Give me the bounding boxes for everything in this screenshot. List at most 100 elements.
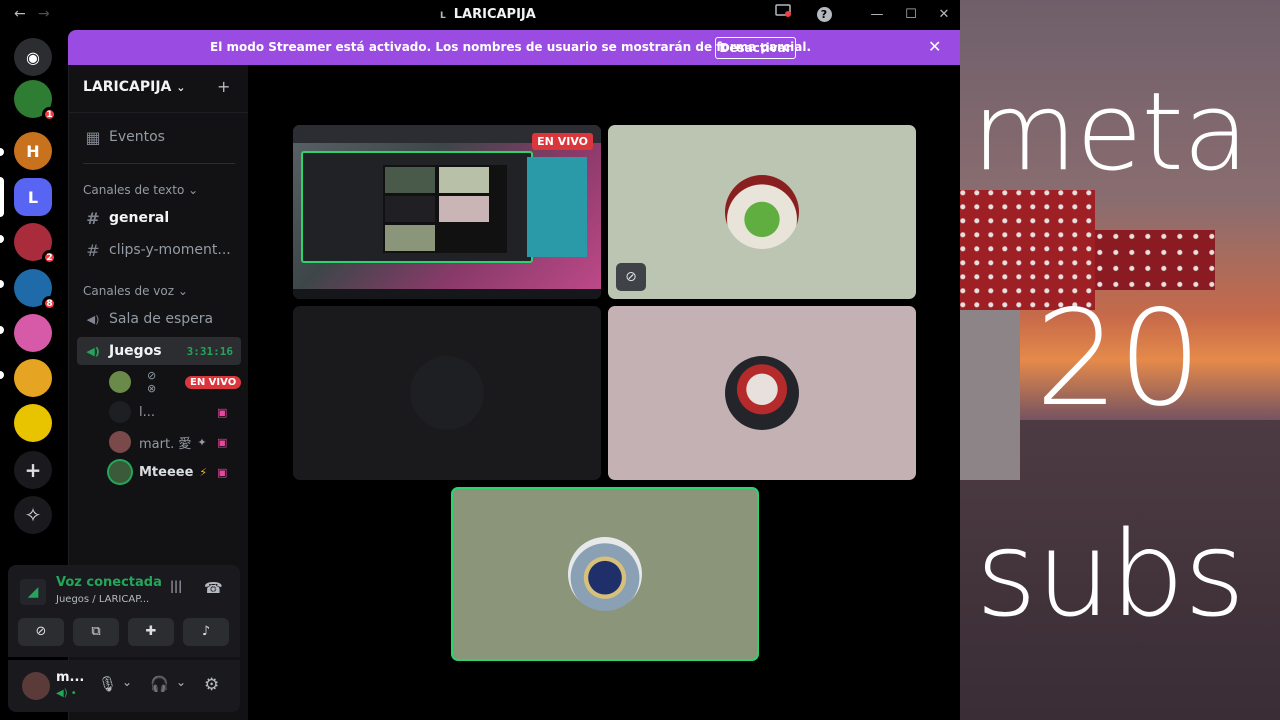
scene-mushroom-cap xyxy=(1095,230,1215,290)
voice-channel-juegos[interactable]: ◀) Juegos 3:31:16 xyxy=(77,337,241,365)
mention-badge: 8 xyxy=(42,296,57,311)
share-screen-button[interactable]: ⧉ xyxy=(73,618,119,646)
unread-pill xyxy=(0,280,4,288)
server-icon-glyph: L xyxy=(27,187,39,207)
avatar[interactable] xyxy=(22,672,50,700)
server-icon-add-server[interactable]: + xyxy=(14,451,52,489)
hash-icon: # xyxy=(86,240,100,260)
avatar xyxy=(725,175,799,249)
server-icon-club-server[interactable]: 8 xyxy=(14,269,57,311)
chevron-down-icon: ⌄ xyxy=(188,183,199,197)
server-icon-gift-server[interactable] xyxy=(14,404,52,442)
lightning-icon: ⚡ xyxy=(199,465,208,479)
headset-icon[interactable]: 🎧 xyxy=(150,675,169,693)
events-link[interactable]: ▦ Eventos xyxy=(77,123,241,151)
server-icon-pooh-server[interactable] xyxy=(14,359,52,397)
category-label: Canales de texto xyxy=(83,183,185,197)
text-channels-category[interactable]: Canales de texto ⌄ xyxy=(83,183,198,197)
speaker-icon: ◀) xyxy=(86,312,100,326)
user-name[interactable]: m... xyxy=(56,670,84,685)
noise-suppression-icon[interactable]: ||| xyxy=(170,579,182,593)
channel-label: Sala de espera xyxy=(109,311,214,327)
server-icon-laricapija[interactable]: L xyxy=(14,178,52,216)
events-label: Eventos xyxy=(109,129,165,145)
channel-clips[interactable]: # clips-y-moment... xyxy=(77,236,241,264)
server-icon-frog-server[interactable]: 1 xyxy=(14,80,57,122)
window-title: L LARICAPIJA xyxy=(440,7,536,22)
user-panel: m... ◀) • 🎙 ⌄ 🎧 ⌄ ⚙ xyxy=(8,660,240,712)
server-icon-discord-home[interactable]: ◉ xyxy=(14,38,52,76)
badge-icon: ✦ xyxy=(197,435,207,449)
voice-connected-channel[interactable]: Juegos / LARICAP... xyxy=(56,594,149,605)
voice-channel-sala-de-espera[interactable]: ◀) Sala de espera xyxy=(77,305,241,333)
unread-pill xyxy=(0,326,4,334)
microphone-icon[interactable]: 🎙 xyxy=(98,675,117,693)
back-arrow-icon[interactable]: ← xyxy=(14,6,26,22)
maximize-button[interactable]: ☐ xyxy=(900,4,922,26)
channel-general[interactable]: # general xyxy=(77,204,241,232)
disconnect-icon[interactable]: ☎ xyxy=(204,579,223,597)
avatar xyxy=(109,431,131,453)
participant-tile[interactable]: ⊘ xyxy=(608,125,916,299)
inbox-icon[interactable] xyxy=(772,4,794,26)
chevron-down-icon: ⌄ xyxy=(176,81,186,94)
camera-off-button[interactable]: ⊘ xyxy=(18,618,64,646)
chevron-down-icon[interactable]: ⌄ xyxy=(122,675,132,689)
shared-screen-window xyxy=(301,151,533,263)
voice-user[interactable]: l... xyxy=(109,399,155,425)
title-bar: ← → L LARICAPIJA ? — ☐ ✕ xyxy=(0,0,960,30)
close-banner-icon[interactable]: ✕ xyxy=(928,37,941,56)
voice-user-name: mart. 愛 xyxy=(139,436,192,452)
voice-user-name: l... xyxy=(139,404,156,420)
participant-tile[interactable] xyxy=(293,306,601,480)
hidden-video-icon[interactable]: ⊘ xyxy=(616,263,646,291)
overlay-text-line2: 20 xyxy=(1035,282,1202,436)
server-name-header[interactable]: LARICAPIJA ⌄ xyxy=(83,79,185,95)
selected-server-pill xyxy=(0,177,4,217)
forward-arrow-icon[interactable]: → xyxy=(38,6,50,22)
voice-user-name: Mteeee xyxy=(139,464,194,480)
channel-label: Juegos xyxy=(109,343,162,359)
soundboard-button[interactable]: ♪ xyxy=(183,618,229,646)
streamer-mode-icon: ▣ xyxy=(217,466,228,479)
channel-label: clips-y-moment... xyxy=(109,242,231,258)
invite-people-icon[interactable]: + xyxy=(217,77,230,96)
calendar-icon: ▦ xyxy=(85,127,101,147)
server-icon-glyph: ✧ xyxy=(24,503,42,527)
discord-app: ← → L LARICAPIJA ? — ☐ ✕ ◉ 1 H L 2 8 + ✧ El modo… xyxy=(0,0,960,720)
server-icon-h-server[interactable]: H xyxy=(14,132,52,170)
voice-connected-title[interactable]: Voz conectada xyxy=(56,575,162,590)
live-badge: EN VIVO xyxy=(185,376,242,389)
mini-tile xyxy=(385,225,435,251)
help-glyph: ? xyxy=(816,7,832,22)
participant-tile[interactable] xyxy=(608,306,916,480)
activities-button[interactable]: ✚ xyxy=(128,618,174,646)
close-window-button[interactable]: ✕ xyxy=(933,4,955,26)
connection-signal-icon[interactable]: ◢ xyxy=(20,579,46,605)
hash-icon: # xyxy=(86,208,100,228)
chevron-down-icon[interactable]: ⌄ xyxy=(176,675,186,689)
server-icon-explore[interactable]: ✧ xyxy=(14,496,52,534)
shared-screen-sidepane xyxy=(527,157,587,257)
voice-user[interactable]: ⊘ ⊗ xyxy=(109,369,156,395)
server-icon-glyph: H xyxy=(26,141,40,161)
server-name: LARICAPIJA xyxy=(83,79,172,95)
voice-channels-category[interactable]: Canales de voz ⌄ xyxy=(83,284,188,298)
server-icon-glyph: ◉ xyxy=(26,47,40,67)
streamer-mode-icon: ▣ xyxy=(217,406,228,419)
voice-user[interactable]: Mteeee ⚡ xyxy=(109,459,207,485)
settings-gear-icon[interactable]: ⚙ xyxy=(204,675,219,695)
avatar xyxy=(109,371,131,393)
voice-call-stage: EN VIVO ⊘ xyxy=(248,65,960,720)
unread-pill xyxy=(0,235,4,243)
disable-streamer-button[interactable]: Desactivar xyxy=(715,37,796,59)
participant-tile-speaking[interactable] xyxy=(451,487,759,661)
minimize-button[interactable]: — xyxy=(866,4,888,26)
server-icon-dark-server[interactable]: 2 xyxy=(14,223,57,265)
shared-screen-grid xyxy=(383,165,507,253)
server-icon-anime-server[interactable] xyxy=(14,314,52,352)
help-icon[interactable]: ? xyxy=(813,4,835,26)
unread-pill xyxy=(0,371,4,379)
voice-user[interactable]: mart. 愛 ✦ xyxy=(109,429,207,455)
screen-share-tile[interactable]: EN VIVO xyxy=(293,125,601,299)
